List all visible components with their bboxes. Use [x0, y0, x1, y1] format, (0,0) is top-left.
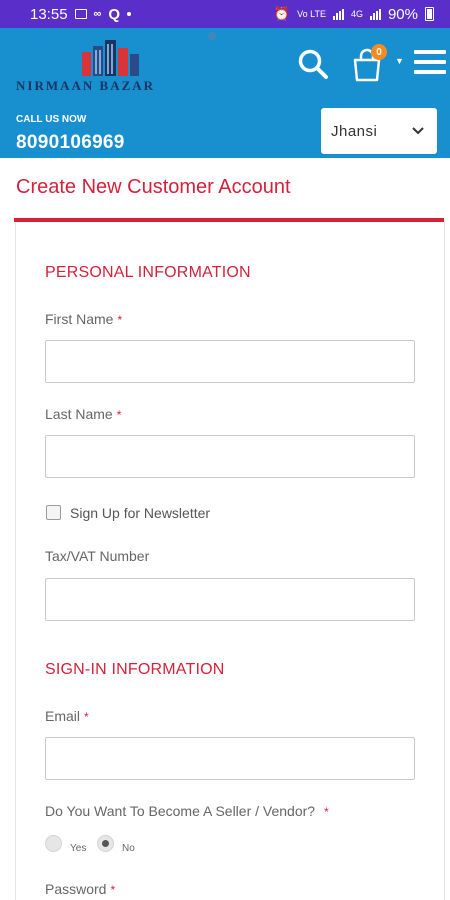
menu-icon — [414, 50, 446, 54]
seller-question-text: Do You Want To Become A Seller / Vendor? — [45, 803, 316, 819]
seller-no-radio[interactable] — [97, 835, 114, 852]
taxvat-label: Tax/VAT Number — [45, 548, 150, 564]
brand-name: NIRMAAN BAZAR — [16, 78, 156, 93]
search-button[interactable] — [297, 48, 329, 80]
gallery-icon — [74, 9, 87, 19]
required-mark: * — [110, 883, 116, 897]
alarm-icon: ⏰ — [273, 6, 291, 21]
required-mark: * — [117, 313, 123, 327]
signin-info-heading: SIGN-IN INFORMATION — [45, 661, 225, 678]
taxvat-field[interactable] — [45, 578, 415, 621]
first-name-field[interactable] — [45, 340, 415, 383]
required-mark: * — [324, 805, 329, 819]
menu-button[interactable] — [414, 50, 446, 78]
seller-question-label: Do You Want To Become A Seller / Vendor?… — [45, 803, 329, 819]
personal-info-heading: PERSONAL INFORMATION — [45, 264, 251, 281]
seller-no-label[interactable]: No — [122, 843, 135, 854]
search-status-icon: Q — [108, 5, 121, 23]
city-select[interactable]: Jhansi — [321, 108, 437, 154]
signal-icon — [332, 8, 344, 20]
notification-dot-icon — [127, 12, 132, 16]
call-us-label: CALL US NOW — [16, 114, 87, 125]
signal-2-icon — [369, 8, 381, 20]
cart-count-badge: 0 — [371, 44, 387, 60]
last-name-label: Last Name * — [45, 406, 121, 422]
brand-logo[interactable]: NIRMAAN BAZAR — [16, 38, 206, 93]
menu-icon-bar — [414, 70, 446, 74]
email-field[interactable] — [45, 737, 415, 780]
password-label-text: Password — [45, 881, 107, 897]
status-time: 13:55 — [30, 5, 68, 23]
search-icon — [298, 49, 328, 79]
buildings-logo-icon — [82, 40, 139, 76]
page-title: Create New Customer Account — [16, 176, 291, 198]
network-type-label: 4G — [350, 8, 363, 19]
last-name-field[interactable] — [45, 435, 415, 478]
menu-icon-bar — [414, 60, 446, 64]
cart-button[interactable]: 0 — [352, 44, 392, 82]
chevron-down-icon — [412, 127, 424, 135]
voicemail-icon: ∞ — [93, 8, 102, 20]
required-mark: * — [84, 710, 89, 724]
city-select-value: Jhansi — [331, 122, 378, 140]
volte-label: Vo LTE — [297, 8, 326, 19]
seller-yes-radio[interactable] — [45, 835, 62, 852]
email-label-text: Email — [45, 708, 81, 724]
phone-number[interactable]: 8090106969 — [16, 132, 125, 154]
newsletter-label[interactable]: Sign Up for Newsletter — [70, 505, 210, 521]
email-label: Email * — [45, 708, 89, 724]
battery-icon — [425, 7, 434, 21]
last-name-label-text: Last Name — [45, 406, 113, 422]
required-mark: * — [116, 408, 122, 422]
cart-caret-icon: ▼ — [395, 56, 404, 66]
site-header: NIRMAAN BAZAR 0 ▼ CALL US NOW 8090106969… — [0, 28, 450, 158]
decorative-dot — [208, 32, 216, 40]
first-name-label: First Name * — [45, 311, 122, 327]
password-label: Password * — [45, 881, 115, 897]
newsletter-checkbox[interactable] — [46, 505, 61, 520]
battery-percent: 90% — [387, 5, 418, 23]
first-name-label-text: First Name — [45, 311, 114, 327]
status-bar: 13:55 ∞ Q ⏰ Vo LTE 4G 90% — [0, 0, 450, 28]
seller-yes-label[interactable]: Yes — [70, 843, 86, 854]
